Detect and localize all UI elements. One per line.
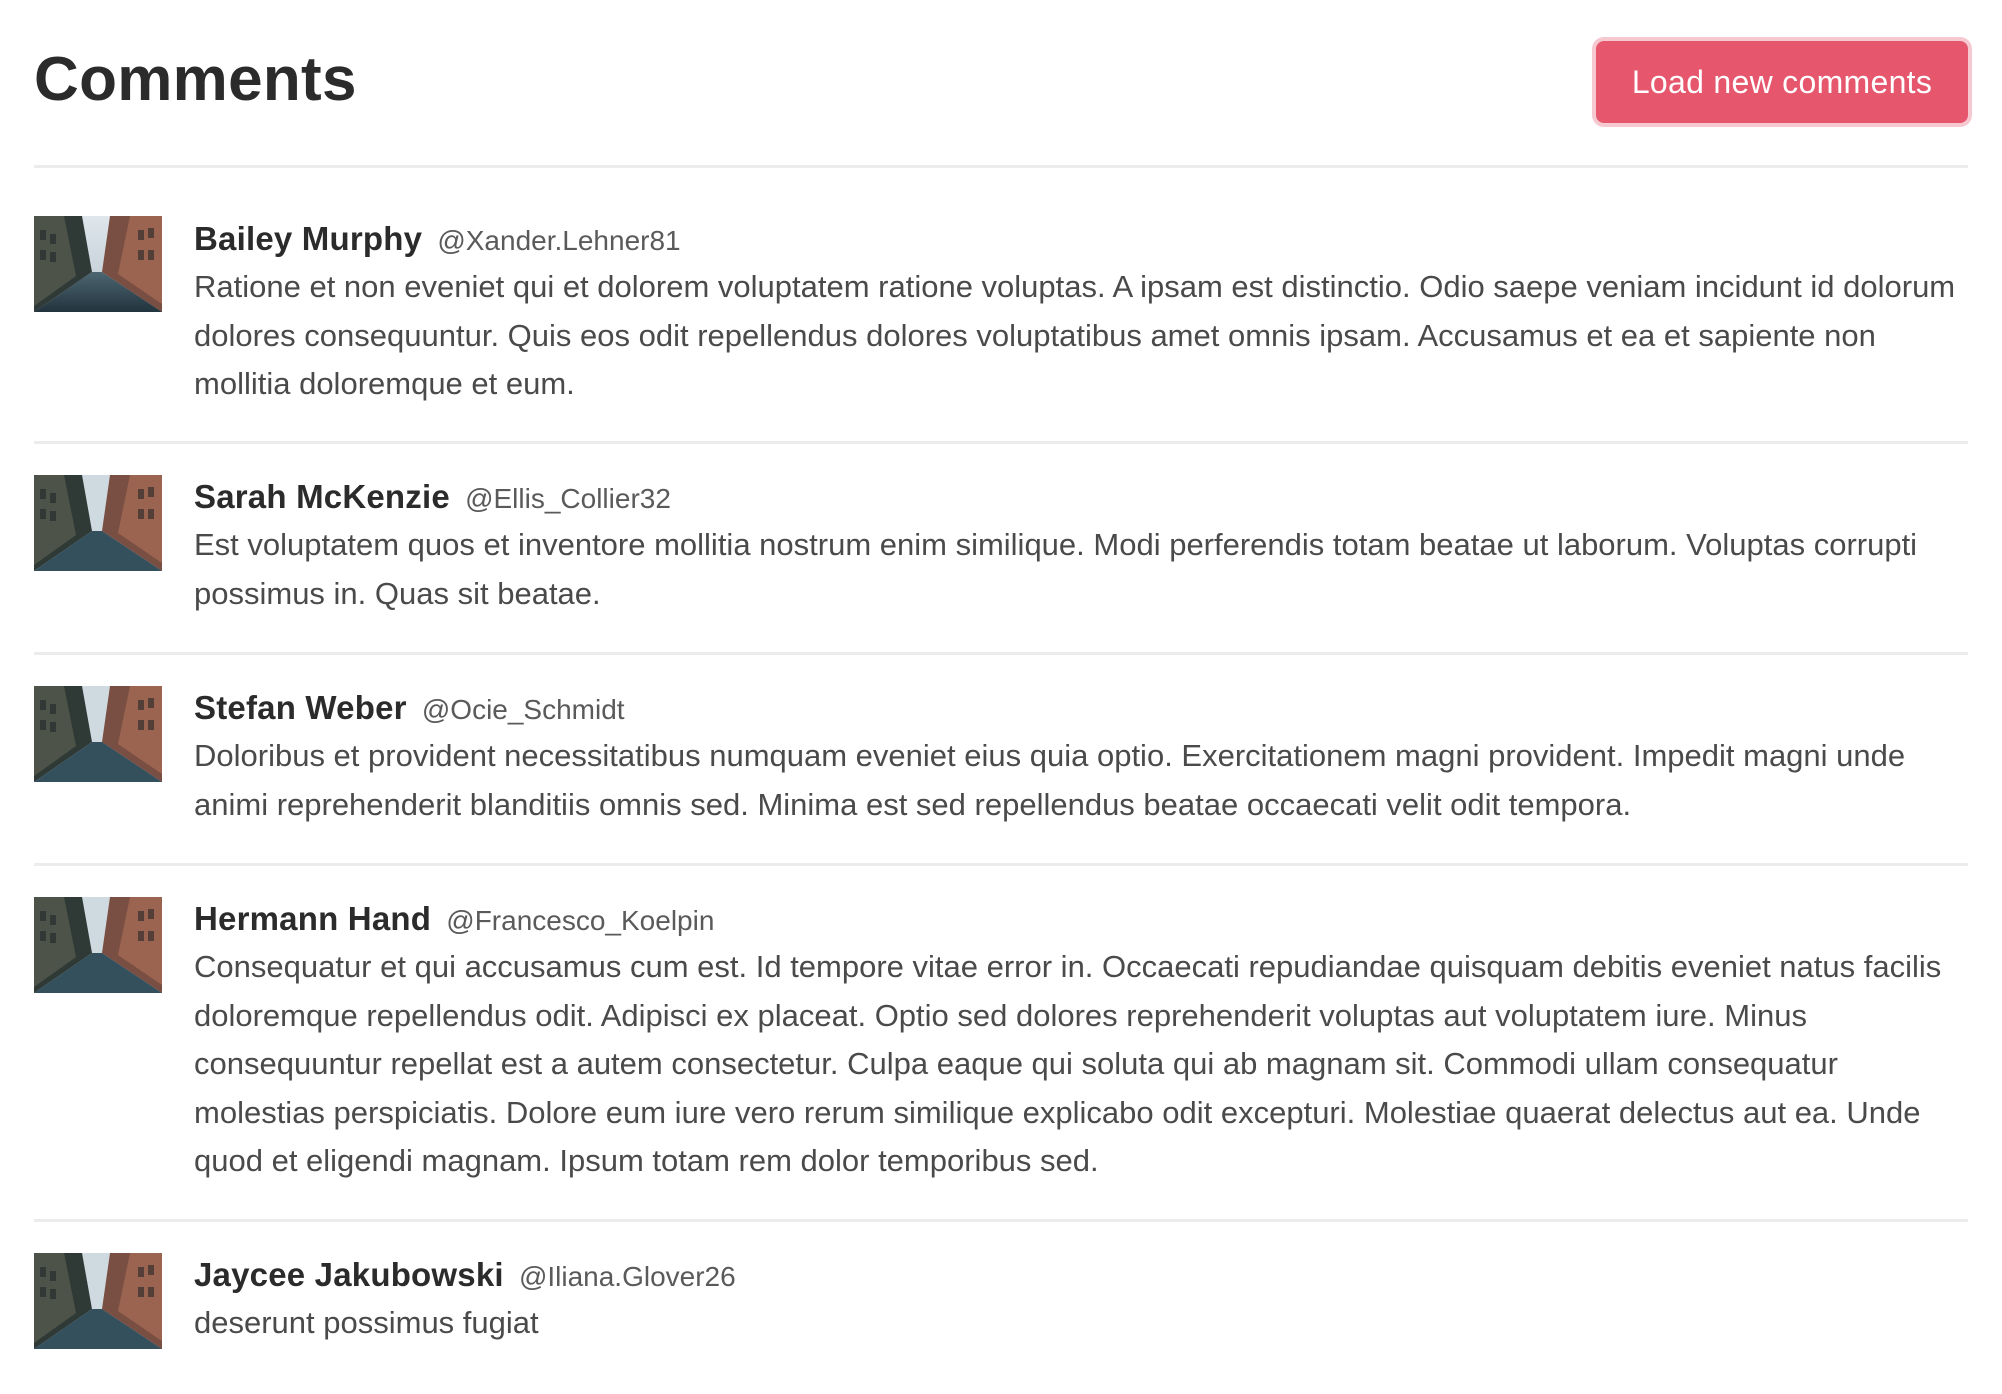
avatar: [34, 216, 162, 312]
comment-meta: Jaycee Jakubowski @Iliana.Glover26: [194, 1253, 1968, 1299]
comment-body: Stefan Weber @Ocie_Schmidt Doloribus et …: [194, 686, 1968, 829]
comment-author[interactable]: Jaycee Jakubowski: [194, 1256, 504, 1293]
comment-handle[interactable]: @Ellis_Collier32: [465, 483, 671, 514]
comment-text: deserunt possimus fugiat: [194, 1305, 539, 1340]
comment-item: Sarah McKenzie @Ellis_Collier32 Est volu…: [34, 444, 1968, 655]
comment-item: Jaycee Jakubowski @Iliana.Glover26 deser…: [34, 1222, 1968, 1372]
avatar: [34, 475, 162, 571]
comment-meta: Sarah McKenzie @Ellis_Collier32: [194, 475, 1968, 521]
comment-item: Stefan Weber @Ocie_Schmidt Doloribus et …: [34, 655, 1968, 866]
comment-author[interactable]: Stefan Weber: [194, 689, 407, 726]
comment-author[interactable]: Sarah McKenzie: [194, 478, 450, 515]
comment-handle[interactable]: @Xander.Lehner81: [437, 225, 680, 256]
comment-text: Ratione et non eveniet qui et dolorem vo…: [194, 269, 1956, 401]
comment-handle[interactable]: @Ocie_Schmidt: [422, 694, 625, 725]
comment-text: Est voluptatem quos et inventore molliti…: [194, 527, 1918, 611]
comment-meta: Bailey Murphy @Xander.Lehner81: [194, 217, 1968, 263]
comment-body: Hermann Hand @Francesco_Koelpin Consequa…: [194, 897, 1968, 1186]
comment-author[interactable]: Bailey Murphy: [194, 220, 422, 257]
avatar: [34, 1253, 162, 1349]
comment-body: Bailey Murphy @Xander.Lehner81 Ratione e…: [194, 217, 1968, 409]
avatar: [34, 897, 162, 993]
city-street-photo-icon: [34, 686, 162, 782]
city-street-photo-icon: [34, 475, 162, 571]
comment-item: Hermann Hand @Francesco_Koelpin Consequa…: [34, 866, 1968, 1222]
city-street-photo-icon: [34, 216, 162, 312]
comment-item: Bailey Murphy @Xander.Lehner81 Ratione e…: [34, 165, 1968, 444]
comments-header: Comments Load new comments: [34, 0, 1968, 168]
comment-meta: Stefan Weber @Ocie_Schmidt: [194, 686, 1968, 732]
city-street-photo-icon: [34, 897, 162, 993]
avatar: [34, 686, 162, 782]
city-street-photo-icon: [34, 1253, 162, 1349]
load-new-comments-button[interactable]: Load new comments: [1596, 41, 1968, 123]
comment-body: Jaycee Jakubowski @Iliana.Glover26 deser…: [194, 1253, 1968, 1348]
comment-author[interactable]: Hermann Hand: [194, 900, 431, 937]
comment-text: Consequatur et qui accusamus cum est. Id…: [194, 949, 1942, 1178]
comment-handle[interactable]: @Iliana.Glover26: [519, 1261, 736, 1292]
page-title: Comments: [34, 45, 357, 114]
comment-text: Doloribus et provident necessitatibus nu…: [194, 738, 1906, 822]
comment-body: Sarah McKenzie @Ellis_Collier32 Est volu…: [194, 475, 1968, 618]
comment-handle[interactable]: @Francesco_Koelpin: [446, 905, 714, 936]
comments-page: Comments Load new comments Bailey Murphy…: [0, 0, 2002, 1394]
comment-meta: Hermann Hand @Francesco_Koelpin: [194, 897, 1968, 943]
